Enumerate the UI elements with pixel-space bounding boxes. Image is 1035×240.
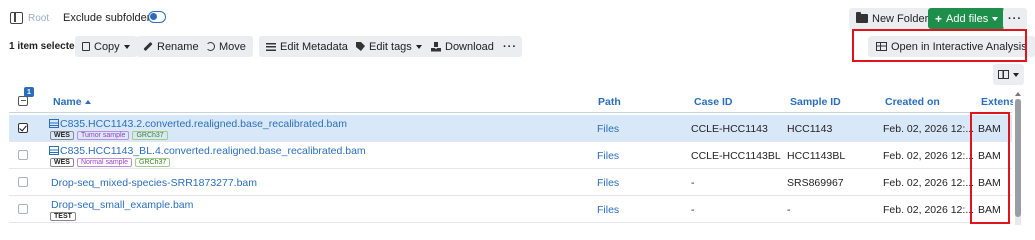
copy-label: Copy: [94, 40, 120, 53]
tag-badge: WES: [50, 158, 74, 167]
exclude-subfolders-label: Exclude subfolders: [63, 12, 156, 24]
plus-icon: +: [935, 11, 943, 26]
sample-id: SRS869967: [787, 177, 844, 189]
new-folder-button[interactable]: New Folder: [849, 8, 936, 29]
case-id: -: [691, 177, 695, 189]
edit-tags-label: Edit tags: [369, 40, 412, 53]
column-header-path[interactable]: Path: [598, 96, 621, 108]
chevron-down-icon: [1013, 72, 1019, 77]
column-picker-button[interactable]: [993, 64, 1024, 85]
table-row[interactable]: C835.HCC1143.2.converted.realigned.base_…: [9, 115, 1012, 142]
select-all-checkbox[interactable]: [18, 96, 28, 106]
file-name: C835.HCC1143.2.converted.realigned.base_…: [60, 118, 347, 130]
path-link[interactable]: Files: [597, 123, 619, 135]
more-icon: ···: [1008, 12, 1022, 25]
new-folder-label: New Folder: [872, 12, 929, 25]
case-id: CCLE-HCC1143: [691, 123, 768, 135]
add-files-button[interactable]: + Add files: [928, 8, 1006, 29]
edit-tags-button[interactable]: Edit tags: [349, 36, 429, 57]
column-header-case-id[interactable]: Case ID: [694, 96, 733, 108]
tag-icon: [356, 42, 365, 51]
path-link[interactable]: Files: [597, 204, 619, 216]
exclude-subfolders-toggle[interactable]: [148, 11, 166, 23]
row-checkbox[interactable]: [18, 150, 28, 160]
chevron-down-icon: [123, 44, 130, 49]
file-icon: [49, 146, 59, 155]
tag-badge: GRCh37: [132, 131, 168, 140]
list-icon: [266, 42, 276, 51]
tag-badge: Tumor sample: [76, 131, 130, 140]
case-id: -: [691, 204, 695, 216]
row-checkbox[interactable]: [18, 123, 28, 133]
tag-badge: TEST: [50, 212, 76, 221]
tag-list: WES Normal sample GRCh37: [50, 158, 171, 167]
download-label: Download: [445, 40, 494, 53]
more-icon: ···: [503, 40, 517, 53]
chevron-down-icon: [992, 16, 999, 21]
column-header-extension[interactable]: Extensi: [981, 96, 1013, 108]
created-on: Feb. 02, 2026 12:...: [883, 204, 975, 216]
tag-badge: GRCh37: [135, 158, 171, 167]
file-name: C835.HCC1143_BL.4.converted.realigned.ba…: [60, 145, 366, 157]
sort-ascending-icon: [84, 100, 91, 104]
copy-icon: [82, 42, 90, 51]
sidebar-toggle-icon[interactable]: [10, 12, 23, 24]
move-button[interactable]: Move: [199, 36, 253, 57]
header-divider: [9, 112, 1012, 113]
file-name-link[interactable]: Drop-seq_small_example.bam: [51, 199, 193, 211]
sample-id: HCC1143BL: [787, 150, 846, 162]
created-on: Feb. 02, 2026 12:...: [883, 123, 975, 135]
path-link[interactable]: Files: [597, 150, 619, 162]
edit-metadata-label: Edit Metadata: [280, 40, 348, 53]
download-button[interactable]: Download: [424, 36, 501, 57]
download-icon: [431, 41, 441, 52]
columns-icon: [998, 70, 1009, 79]
scrollbar-thumb[interactable]: [1015, 99, 1021, 217]
file-name-link[interactable]: C835.HCC1143.2.converted.realigned.base_…: [49, 118, 347, 130]
highlight-box: [852, 29, 1027, 62]
column-header-sample-id[interactable]: Sample ID: [790, 96, 841, 108]
move-icon: [206, 42, 215, 51]
created-on: Feb. 02, 2026 12:...: [883, 150, 975, 162]
created-on: Feb. 02, 2026 12:...: [883, 177, 975, 189]
move-label: Move: [219, 40, 246, 53]
column-header-created-on[interactable]: Created on: [885, 96, 940, 108]
file-name-link[interactable]: Drop-seq_mixed-species-SRR1873277.bam: [51, 177, 257, 189]
pencil-icon: [143, 41, 153, 52]
selection-count: 1 item selected: [9, 41, 81, 52]
extension-highlight-box: [970, 112, 1010, 224]
file-icon: [49, 119, 59, 128]
column-header-name[interactable]: Name: [53, 96, 91, 108]
table-row[interactable]: Drop-seq_small_example.bam TEST Files - …: [9, 196, 1012, 223]
copy-button[interactable]: Copy: [75, 36, 137, 57]
tag-badge: Normal sample: [76, 158, 133, 167]
path-link[interactable]: Files: [597, 177, 619, 189]
rename-button[interactable]: Rename: [136, 36, 206, 57]
file-name-link[interactable]: C835.HCC1143_BL.4.converted.realigned.ba…: [49, 145, 366, 157]
tag-list: TEST: [50, 212, 76, 221]
breadcrumb-root[interactable]: Root: [28, 13, 49, 24]
scroll-up-icon[interactable]: [1015, 92, 1021, 96]
sample-id: -: [787, 204, 791, 216]
folder-icon: [856, 12, 868, 23]
tag-badge: WES: [50, 131, 74, 140]
column-header-name-label: Name: [53, 96, 82, 108]
more-actions-button[interactable]: ···: [1003, 8, 1027, 29]
row-checkbox[interactable]: [18, 204, 28, 214]
chevron-down-icon: [415, 44, 422, 49]
sample-id: HCC1143: [787, 123, 833, 135]
table-row[interactable]: C835.HCC1143_BL.4.converted.realigned.ba…: [9, 142, 1012, 169]
table-row[interactable]: Drop-seq_mixed-species-SRR1873277.bam Fi…: [9, 169, 1012, 196]
case-id: CCLE-HCC1143BL: [691, 150, 781, 162]
rename-label: Rename: [157, 40, 199, 53]
tag-list: WES Tumor sample GRCh37: [50, 131, 168, 140]
edit-metadata-button[interactable]: Edit Metadata: [259, 36, 355, 57]
row-checkbox[interactable]: [18, 177, 28, 187]
add-files-label: Add files: [946, 12, 989, 25]
toolbar-more-button[interactable]: ···: [498, 36, 522, 57]
